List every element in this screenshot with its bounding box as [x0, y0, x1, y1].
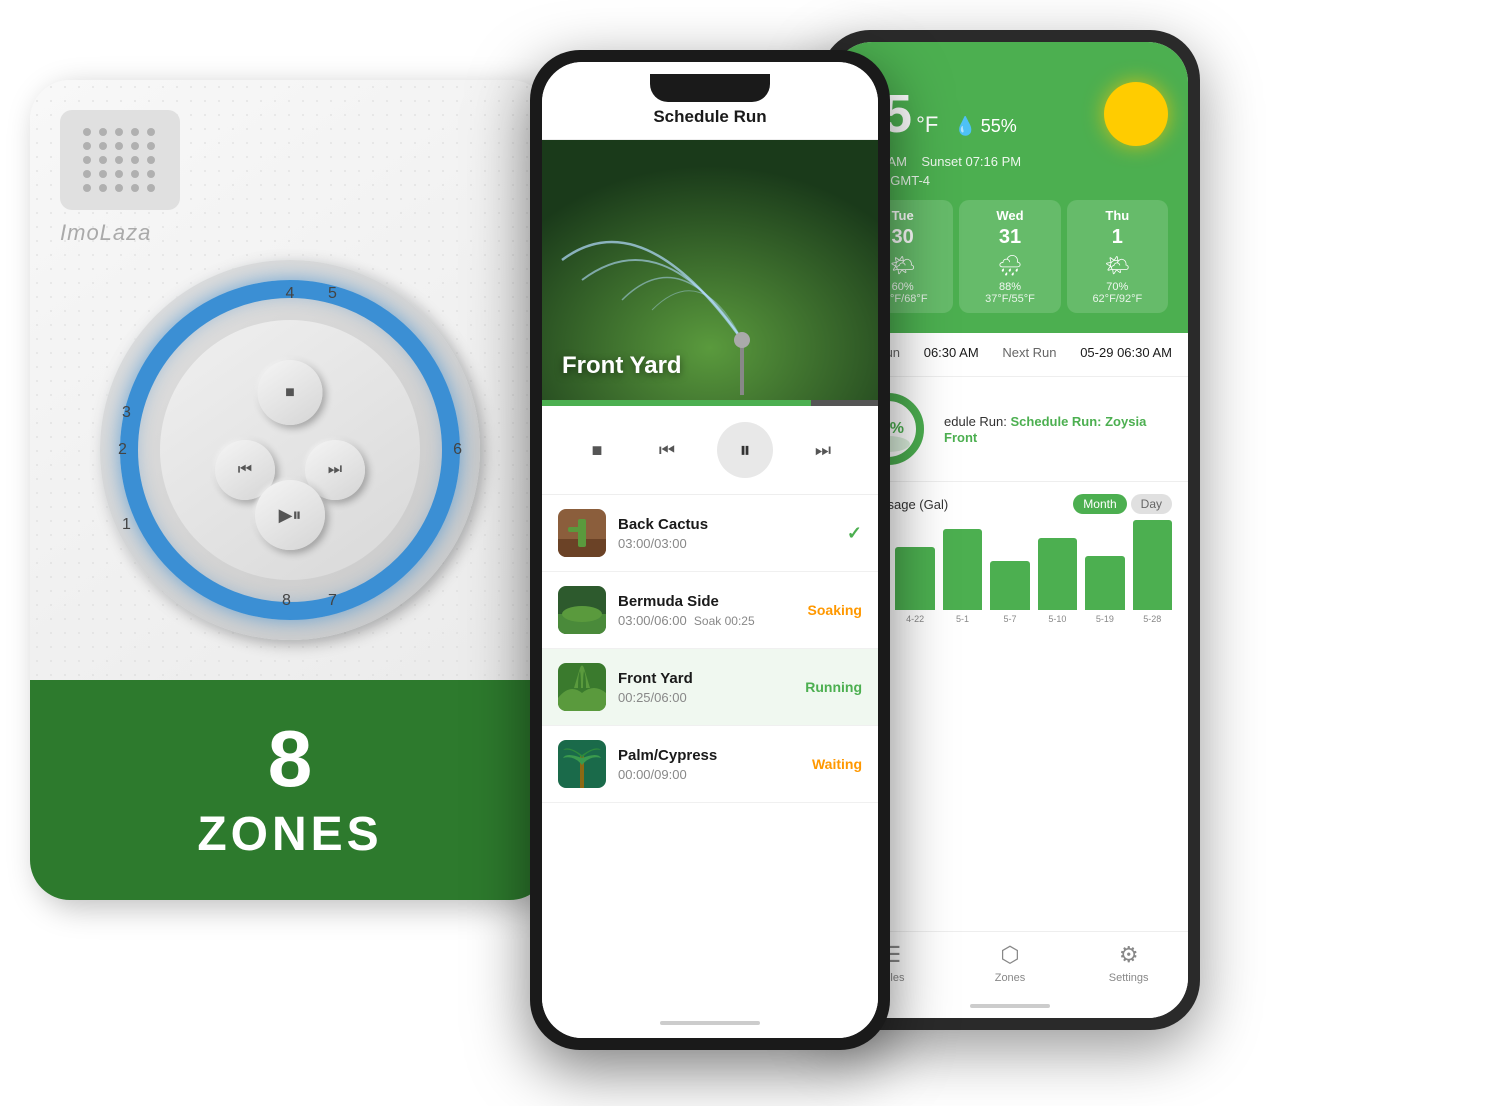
- next-pb-button[interactable]: ⏭: [803, 430, 843, 470]
- nav-settings[interactable]: ⚙ Settings: [1069, 942, 1188, 984]
- chart-tab-day[interactable]: Day: [1131, 494, 1172, 514]
- zone-time-cactus: 03:00/03:00: [618, 536, 835, 551]
- bar-group: 4-22: [895, 547, 934, 624]
- control-wheel: 4 5 6 7 8 2 3 1 ■: [100, 260, 480, 640]
- bar-group: 5-19: [1085, 556, 1124, 624]
- playpause-button[interactable]: ▶⏸: [255, 480, 325, 550]
- device-bottom: 8 ZONES: [30, 680, 550, 900]
- zone-list: Back Cactus 03:00/03:00 ✓ Bermuda Side 0…: [542, 495, 878, 1008]
- zone-image: Front Yard: [542, 140, 878, 400]
- playback-controls: ■ ⏮ ⏸ ⏭: [542, 406, 878, 495]
- zone-name-frontyard: Front Yard: [618, 670, 793, 687]
- weather-temp-unit: °F: [916, 112, 938, 138]
- zone-num-1: 1: [122, 516, 131, 534]
- zone-info-bermuda: Bermuda Side 03:00/06:00 Soak 00:25: [618, 593, 796, 628]
- zone-thumb-cactus: [558, 509, 606, 557]
- nav-label-settings: Settings: [1109, 972, 1149, 984]
- zone-status-palm: Waiting: [812, 756, 862, 772]
- bar: [1133, 520, 1172, 610]
- sun-icon: [1104, 82, 1168, 146]
- weather-sunrise: 06:44 AM Sunset 07:16 PM: [852, 154, 1168, 169]
- zone-num-7: 7: [328, 592, 337, 610]
- nav-zones[interactable]: ⬡ Zones: [951, 942, 1070, 984]
- zone-item[interactable]: Back Cactus 03:00/03:00 ✓: [542, 495, 878, 572]
- zone-info-frontyard: Front Yard 00:25/06:00: [618, 670, 793, 705]
- bar-label: 5-10: [1048, 614, 1066, 624]
- brand-label: ImoLaza: [60, 220, 151, 246]
- bar-group: 5-1: [943, 529, 982, 624]
- zone-name-bermuda: Bermuda Side: [618, 593, 796, 610]
- zone-num-2: 2: [118, 441, 127, 459]
- zone-item[interactable]: Bermuda Side 03:00/06:00 Soak 00:25 Soak…: [542, 572, 878, 649]
- zone-num-6: 6: [453, 441, 462, 459]
- bar-group: 5-7: [990, 561, 1029, 625]
- bar: [990, 561, 1029, 611]
- stop-pb-button[interactable]: ■: [577, 430, 617, 470]
- zone-status-frontyard: Running: [805, 679, 862, 695]
- bar-label: 5-1: [956, 614, 969, 624]
- prev-pb-button[interactable]: ⏮: [647, 430, 687, 470]
- speaker-grill: [60, 110, 180, 210]
- bar-label: 5-7: [1003, 614, 1016, 624]
- pause-pb-button[interactable]: ⏸: [717, 422, 773, 478]
- zone-num-8: 8: [282, 592, 291, 610]
- weather-drop-icon: 💧: [954, 116, 976, 137]
- weather-day-wed: Wed 31 🌧 88% 37°F/55°F: [959, 200, 1060, 313]
- bar: [1038, 538, 1077, 610]
- zones-icon: ⬡: [1000, 942, 1019, 968]
- zone-label: Front Yard: [562, 352, 682, 380]
- zone-num-4: 4: [286, 285, 295, 303]
- zone-name-palm: Palm/Cypress: [618, 747, 800, 764]
- zone-status-bermuda: Soaking: [808, 602, 862, 618]
- zone-time-bermuda: 03:00/06:00 Soak 00:25: [618, 613, 796, 628]
- bar: [895, 547, 934, 610]
- zones-text: ZONES: [197, 807, 382, 862]
- zone-name-cactus: Back Cactus: [618, 516, 835, 533]
- zone-time-frontyard: 00:25/06:00: [618, 690, 793, 705]
- phone-front: Schedule Run: [530, 50, 890, 1050]
- zone-info-palm: Palm/Cypress 00:00/09:00: [618, 747, 800, 782]
- bar: [1085, 556, 1124, 610]
- zones-number: 8: [268, 719, 313, 799]
- bar-chart: 4-104-225-15-75-105-195-28: [848, 524, 1172, 644]
- scene: ImoLaza 4 5 6 7 8 2 3 1: [0, 0, 1500, 1106]
- zone-time-palm: 00:00/09:00: [618, 767, 800, 782]
- weather-day-thu: Thu 1 🌤 70% 62°F/92°F: [1067, 200, 1168, 313]
- nav-label-zones: Zones: [995, 972, 1026, 984]
- zone-thumb-palm: [558, 740, 606, 788]
- phone-notch: [650, 74, 770, 102]
- device-body: ImoLaza 4 5 6 7 8 2 3 1: [30, 80, 550, 900]
- bar-label: 5-19: [1096, 614, 1114, 624]
- bar-group: 5-10: [1038, 538, 1077, 624]
- zone-status-cactus: ✓: [847, 523, 862, 544]
- stop-button[interactable]: ■: [258, 360, 323, 425]
- weather-humidity: 55%: [981, 116, 1017, 137]
- zone-thumb-frontyard: [558, 663, 606, 711]
- zone-num-3: 3: [122, 404, 131, 422]
- chart-tabs[interactable]: Month Day: [1073, 494, 1172, 514]
- zone-info-cactus: Back Cactus 03:00/03:00: [618, 516, 835, 551]
- zone-thumb-bermuda: [558, 586, 606, 634]
- settings-icon: ⚙: [1119, 942, 1139, 968]
- zone-item[interactable]: Palm/Cypress 00:00/09:00 Waiting: [542, 726, 878, 803]
- weather-location: ne Rd GMT-4: [852, 173, 1168, 188]
- bar-label: 5-28: [1143, 614, 1161, 624]
- chart-tab-month[interactable]: Month: [1073, 494, 1126, 514]
- bar: [943, 529, 982, 610]
- moisture-schedule-label: edule Run: Schedule Run: Zoysia Front: [944, 413, 1172, 445]
- bar-label: 4-22: [906, 614, 924, 624]
- progress-bar: [542, 400, 878, 406]
- zone-item-active[interactable]: Front Yard 00:25/06:00 Running: [542, 649, 878, 726]
- hardware-device: ImoLaza 4 5 6 7 8 2 3 1: [30, 80, 610, 980]
- bar-group: 5-28: [1133, 520, 1172, 624]
- weather-days: Tue 30 🌤 60% 63°F/68°F Wed 31 🌧 88% 37°F…: [852, 200, 1168, 313]
- zone-num-5: 5: [328, 285, 337, 303]
